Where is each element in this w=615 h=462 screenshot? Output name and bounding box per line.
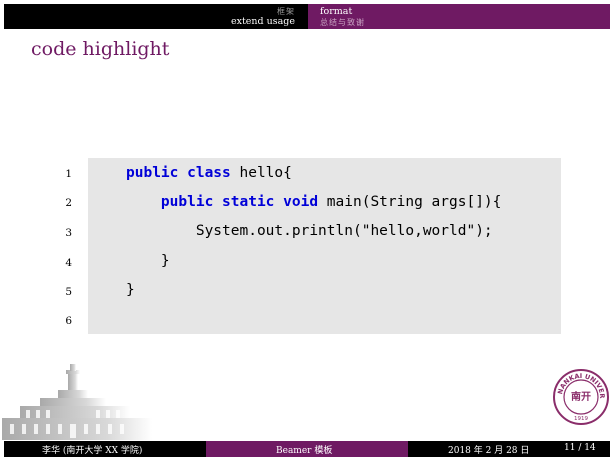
line-number: 2 <box>65 197 72 209</box>
line-number: 6 <box>65 315 72 327</box>
code-keyword: public class <box>126 165 231 181</box>
frame-title: code highlight <box>31 38 170 60</box>
line-number: 5 <box>65 286 72 298</box>
nav-section-right[interactable]: format 总结与致谢 <box>308 4 610 29</box>
code-line: public static void main(String args[]){ <box>160 194 502 210</box>
footer-date-section: 2018 年 2 月 28 日 11 / 14 <box>408 441 610 457</box>
seal-center-text: 南开 <box>571 390 591 403</box>
code-line: } <box>126 282 135 298</box>
footer-date: 2018 年 2 月 28 日 <box>448 446 530 456</box>
code-block <box>88 158 561 334</box>
line-number: 1 <box>65 168 72 180</box>
nav-section-left[interactable]: 框架 extend usage <box>4 4 305 29</box>
navigation-bar: 框架 extend usage format 总结与致谢 <box>4 4 610 29</box>
nav-section-extend-usage[interactable]: extend usage <box>231 16 295 27</box>
code-keyword: public static void <box>160 194 319 210</box>
code-line: System.out.println("hello,world"); <box>195 223 493 239</box>
nav-section-format[interactable]: format <box>320 6 352 17</box>
university-seal-logo: NANKAI UNIVERSITY 南开 1919 <box>552 368 609 425</box>
footer-title-section: Beamer 模板 <box>206 441 408 457</box>
code-line: } <box>160 253 170 269</box>
footer-author: 李华 (南开大学 XX 学院) <box>42 446 143 456</box>
footer-theme: Beamer 模板 <box>276 446 333 456</box>
code-line: public class hello{ <box>126 165 292 181</box>
line-number: 3 <box>65 227 72 239</box>
campus-building-watermark <box>2 364 152 440</box>
footer-page-number: 11 / 14 <box>564 443 596 453</box>
footer-bar: 李华 (南开大学 XX 学院) Beamer 模板 2018 年 2 月 28 … <box>4 441 610 457</box>
nav-subsection-right[interactable]: 总结与致谢 <box>320 17 365 28</box>
line-number: 4 <box>65 257 72 269</box>
footer-author-section: 李华 (南开大学 XX 学院) <box>4 441 206 457</box>
seal-year: 1919 <box>574 416 588 422</box>
